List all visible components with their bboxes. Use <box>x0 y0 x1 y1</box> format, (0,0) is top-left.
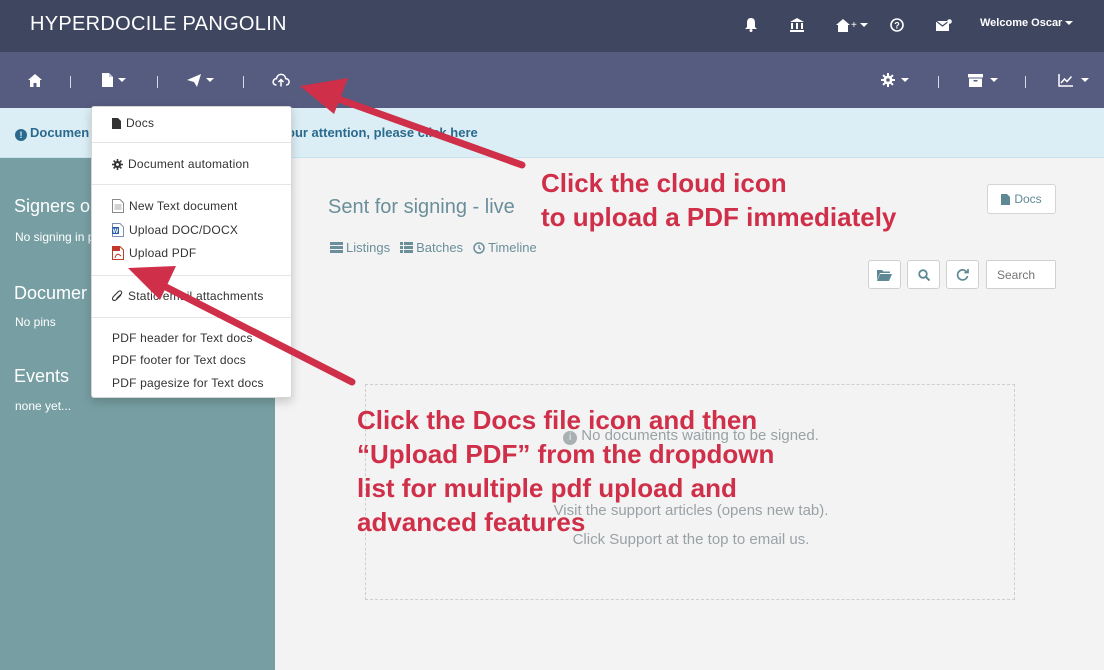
menu-divider <box>92 184 291 185</box>
open-folder-button[interactable] <box>868 260 901 289</box>
bell-icon[interactable] <box>745 15 757 35</box>
tab-listings[interactable]: Listings <box>330 240 390 255</box>
clock-icon <box>473 241 485 254</box>
menu-item-upload-pdf[interactable]: Upload PDF <box>112 246 196 260</box>
alert-text-left: ! Documen <box>15 125 89 141</box>
file-icon <box>1001 193 1011 205</box>
tab-timeline[interactable]: Timeline <box>473 240 537 255</box>
menu-item-pdf-pagesize[interactable]: PDF pagesize for Text docs <box>112 376 264 390</box>
help-icon[interactable]: ? <box>890 15 904 35</box>
events-heading: Events <box>14 366 70 386</box>
gear-icon[interactable] <box>881 70 909 90</box>
toolbar-divider <box>70 76 71 88</box>
list-icon <box>330 242 343 253</box>
search-button[interactable] <box>907 260 940 289</box>
brand-title[interactable]: HYPERDOCILE PANGOLIN <box>30 13 287 36</box>
toolbar-divider <box>243 76 244 88</box>
chart-icon[interactable] <box>1058 70 1089 90</box>
word-document-icon: W <box>112 223 124 237</box>
events-status: none yet... <box>15 399 72 413</box>
cloud-upload-icon[interactable] <box>272 70 290 90</box>
search-icon <box>917 268 930 281</box>
view-tabs: Listings Batches Timeline <box>330 240 537 255</box>
annotation-cloud-line-2: to upload a PDF immediately <box>541 202 897 232</box>
toolbar-divider <box>938 76 939 88</box>
annotation-cloud-line-1: Click the cloud icon <box>541 168 787 198</box>
toolbar-divider <box>1025 76 1026 88</box>
bank-icon[interactable] <box>790 15 804 35</box>
pdf-file-icon <box>112 246 124 260</box>
menu-divider <box>92 317 291 318</box>
paperclip-icon <box>112 290 123 302</box>
file-icon <box>112 117 121 129</box>
docs-button[interactable]: Docs <box>987 184 1056 214</box>
archive-icon[interactable] <box>968 70 998 90</box>
folder-open-icon <box>877 269 892 281</box>
svg-text:?: ? <box>894 21 900 31</box>
svg-text:W: W <box>113 229 119 235</box>
refresh-icon <box>956 269 969 281</box>
menu-item-docs[interactable]: Docs <box>112 116 154 130</box>
send-icon[interactable] <box>187 70 214 90</box>
annotation-docs-line-4: advanced features <box>357 507 586 537</box>
menu-item-document-automation[interactable]: Document automation <box>112 157 249 171</box>
documents-heading: Documer <box>14 283 88 303</box>
signers-heading: Signers o <box>14 196 91 216</box>
th-list-icon <box>400 242 414 253</box>
cog-icon <box>112 158 123 170</box>
docs-file-icon[interactable] <box>102 70 126 90</box>
annotation-docs-line-3: list for multiple pdf upload and <box>357 473 737 503</box>
user-menu[interactable]: Welcome Oscar <box>980 17 1074 29</box>
text-document-icon <box>112 199 124 213</box>
top-bar: HYPERDOCILE PANGOLIN + ? Welcome Oscar <box>0 0 1104 52</box>
annotation-docs-line-1: Click the Docs file icon and then <box>357 405 758 435</box>
docs-dropdown-menu: Docs Document automation New Text docume… <box>91 106 292 398</box>
signers-status: No signing in p <box>15 230 95 244</box>
toolbar <box>0 52 1104 108</box>
search-input[interactable] <box>986 260 1056 289</box>
home-icon[interactable] <box>28 70 42 90</box>
page-title: Sent for signing - live <box>328 196 515 218</box>
menu-item-pdf-footer[interactable]: PDF footer for Text docs <box>112 353 246 367</box>
annotation-docs-line-2: “Upload PDF” from the dropdown <box>357 439 775 469</box>
menu-item-static-email-attachments[interactable]: Static email attachments <box>112 289 264 303</box>
tab-batches[interactable]: Batches <box>400 240 463 255</box>
alert-link[interactable]: our attention, please click here <box>287 125 478 140</box>
envelope-settings-icon[interactable] <box>936 15 952 35</box>
home-plus-icon[interactable]: + <box>836 15 868 35</box>
info-circle-icon: ! <box>15 129 27 141</box>
menu-divider <box>92 275 291 276</box>
toolbar-divider <box>157 76 158 88</box>
menu-item-upload-doc-docx[interactable]: W Upload DOC/DOCX <box>112 223 238 237</box>
documents-status: No pins <box>15 315 56 329</box>
menu-item-pdf-header[interactable]: PDF header for Text docs <box>112 331 253 345</box>
refresh-button[interactable] <box>946 260 979 289</box>
menu-item-new-text-document[interactable]: New Text document <box>112 199 238 213</box>
menu-divider <box>92 142 291 143</box>
